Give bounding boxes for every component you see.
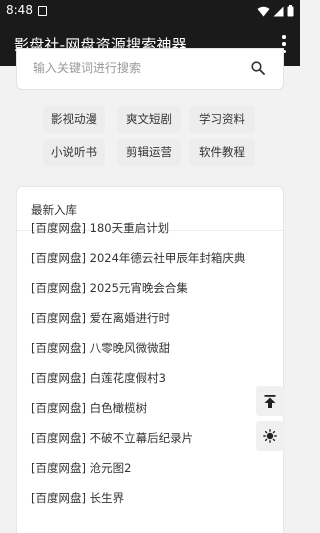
- status-bar: 8:48: [0, 0, 300, 22]
- latest-header: 最新入库: [31, 203, 77, 217]
- latest-item[interactable]: [百度网盘] 2024年德云社甲辰年封箱庆典: [31, 250, 245, 266]
- search-box: [16, 48, 284, 90]
- back-to-top-button[interactable]: [256, 386, 284, 416]
- latest-item[interactable]: [百度网盘] 沧元图2: [31, 460, 131, 476]
- theme-toggle-button[interactable]: [256, 421, 284, 451]
- status-icons: [257, 5, 294, 17]
- search-icon[interactable]: [251, 61, 265, 75]
- latest-item[interactable]: [百度网盘] 180天重启计划: [31, 220, 169, 236]
- category-chip[interactable]: 学习资料: [189, 106, 255, 133]
- latest-item[interactable]: [百度网盘] 白色橄榄树: [31, 400, 147, 416]
- category-chip[interactable]: 软件教程: [189, 139, 255, 166]
- sun-icon: [263, 429, 277, 443]
- latest-item[interactable]: [百度网盘] 八零晚风微微甜: [31, 340, 170, 356]
- wifi-icon: [257, 6, 270, 16]
- sim-card-icon: [38, 6, 47, 16]
- latest-item[interactable]: [百度网盘] 白莲花度假村3: [31, 370, 166, 386]
- category-chip[interactable]: 影视动漫: [43, 106, 105, 133]
- latest-card: 最新入库 [百度网盘] 180天重启计划 [百度网盘] 2024年德云社甲辰年封…: [16, 186, 284, 533]
- latest-item[interactable]: [百度网盘] 爱在离婚进行时: [31, 310, 170, 326]
- latest-item[interactable]: [百度网盘] 长生界: [31, 490, 124, 506]
- signal-icon: [273, 6, 284, 16]
- latest-item[interactable]: [百度网盘] 不破不立幕后纪录片: [31, 430, 193, 446]
- battery-icon: [287, 5, 294, 17]
- category-chip[interactable]: 剪辑运营: [117, 139, 181, 166]
- category-chip[interactable]: 小说听书: [43, 139, 105, 166]
- status-time: 8:48: [6, 3, 33, 17]
- search-input[interactable]: [33, 61, 233, 75]
- category-chip[interactable]: 爽文短剧: [117, 106, 181, 133]
- back-to-top-icon: [264, 394, 276, 408]
- latest-item[interactable]: [百度网盘] 2025元宵晚会合集: [31, 280, 188, 296]
